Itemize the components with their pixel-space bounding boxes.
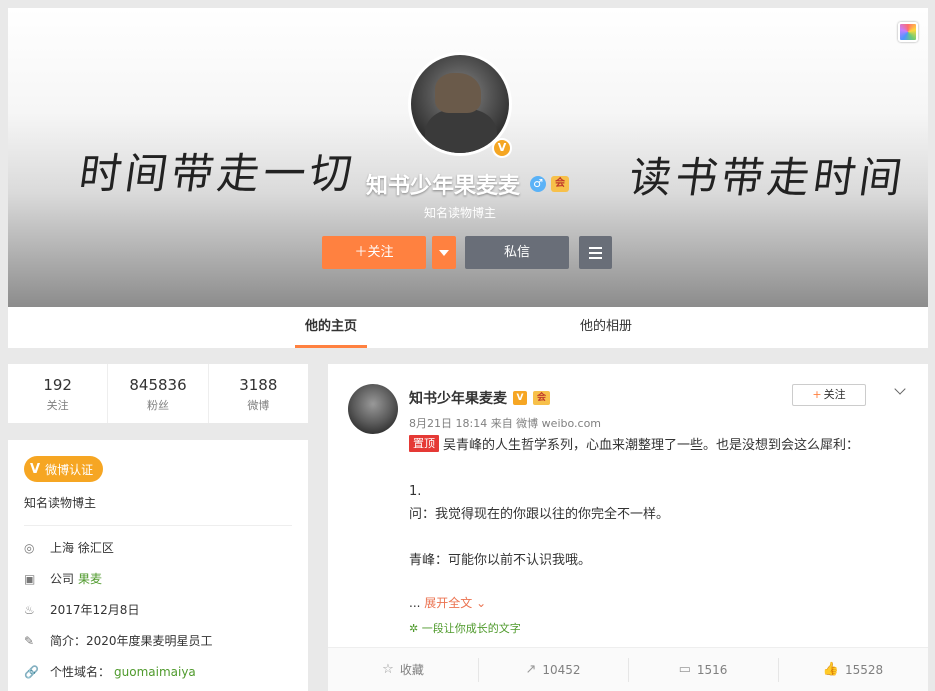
comment-count: 1516 (696, 662, 728, 677)
post-action-bar: ☆ 收藏 ↗ 10452 ▭ 1516 👍 15528 (328, 647, 928, 691)
expand-link[interactable]: 展开全文 (424, 596, 472, 610)
thumbs-up-icon: 👍 (822, 662, 839, 677)
info-domain: 🔗 个性域名： guomaimaiya (24, 656, 292, 687)
company-link[interactable]: 果麦 (78, 570, 102, 587)
follow-dropdown-caret-icon[interactable] (432, 236, 456, 269)
profile-tab-bar: 他的主页 他的相册 (8, 307, 928, 348)
chevron-down-icon: ⌄ (472, 596, 487, 610)
follow-button[interactable]: ＋关注 (322, 236, 426, 269)
profile-headline: 知名读物博主 (423, 206, 496, 220)
post-body: 置顶 吴青峰的人生哲学系列，心血来潮整理了一些。也是没想到会这么犀利： 1. 问：… (409, 434, 899, 572)
plus-icon: + (812, 388, 822, 401)
birthday-text: 2017年12月8日 (50, 603, 140, 617)
repost-count: 10452 (542, 662, 581, 677)
comment-button[interactable]: ▭ 1516 (628, 648, 778, 691)
post-follow-button[interactable]: + 关注 (792, 384, 866, 406)
stat-posts[interactable]: 3188 微博 (209, 364, 308, 423)
cake-icon: ♨ (24, 602, 35, 617)
vip-member-icon[interactable]: 会 (551, 176, 569, 192)
verified-badge-icon: V (492, 138, 512, 158)
banner-right-calligraphy: 读书带走时间 (626, 153, 910, 202)
post-options-chevron-down-icon[interactable] (894, 384, 908, 398)
stat-followers-label: 粉丝 (146, 399, 169, 412)
expand-ellipsis: ... (409, 596, 425, 610)
skin-palette-icon[interactable] (898, 22, 918, 42)
post-verified-icon: V (513, 391, 527, 405)
domain-label: 个性域名： (50, 665, 111, 679)
pinned-tag: 置顶 (409, 435, 439, 452)
post-line (409, 526, 899, 549)
comment-icon: ▭ (678, 662, 691, 677)
domain-link[interactable]: guomaimaiya (114, 665, 196, 679)
location-text: 上海 徐汇区 (50, 541, 114, 555)
post-follow-label: 关注 (823, 388, 846, 401)
tab-home[interactable]: 他的主页 (295, 307, 367, 348)
repost-button[interactable]: ↗ 10452 (478, 648, 628, 691)
follow-stats: 192 关注 845836 粉丝 3188 微博 (8, 364, 308, 423)
banner-left-calligraphy: 时间带走一切 (76, 149, 360, 198)
info-birthday: ♨ 2017年12月8日 (24, 594, 292, 625)
post-author-name[interactable]: 知书少年果麦麦 (409, 388, 507, 408)
company-prefix: 公司 (50, 572, 75, 586)
topic-text: 一段让你成长的文字 (421, 622, 521, 635)
verification-description: 知名读物博主 (24, 494, 292, 526)
post-line (409, 457, 899, 480)
male-gender-icon: ♂ (530, 176, 546, 192)
post-line: 问：我觉得现在的你跟以往的你完全不一样。 (409, 507, 670, 522)
verified-tag-label: 微博认证 (45, 462, 94, 477)
repost-icon: ↗ (525, 662, 537, 677)
profile-info-card: V 微博认证 知名读物博主 ◎ 上海 徐汇区 ▣ 公司 果麦 ♨ 2017年12… (8, 440, 308, 691)
location-pin-icon: ◎ (24, 540, 35, 555)
briefcase-icon: ▣ (24, 571, 36, 586)
info-company: ▣ 公司 果麦 (24, 563, 292, 594)
post-author-avatar[interactable] (348, 384, 398, 434)
like-count: 15528 (845, 662, 884, 677)
stat-followers-value: 845836 (129, 376, 187, 394)
tab-album[interactable]: 他的相册 (570, 307, 642, 348)
verified-v-icon: V (30, 461, 41, 477)
favorite-label: 收藏 (399, 663, 424, 677)
avatar-image (411, 55, 509, 153)
post-line: 1. (409, 484, 422, 499)
post-line: 吴青峰的人生哲学系列，心血来潮整理了一些。也是没想到会这么犀利： (443, 438, 860, 453)
post-meta: 8月21日 18:14 来自 微博 weibo.com (409, 417, 602, 430)
post-line: 青峰：可能你以前不认识我哦。 (409, 553, 592, 568)
more-menu-icon[interactable] (579, 236, 612, 269)
bio-text: 简介：2020年度果麦明星员工 (50, 634, 213, 648)
weibo-post-card: 知书少年果麦麦 V 会 8月21日 18:14 来自 微博 weibo.com … (328, 364, 928, 691)
message-button[interactable]: 私信 (465, 236, 569, 269)
pencil-icon: ✎ (24, 633, 35, 648)
stat-following-value: 192 (43, 376, 72, 394)
favorite-button[interactable]: ☆ 收藏 (328, 648, 478, 691)
link-icon: 🔗 (24, 664, 39, 679)
post-vip-icon[interactable]: 会 (533, 391, 550, 405)
weibo-verified-tag[interactable]: V 微博认证 (24, 456, 104, 482)
like-button[interactable]: 👍 15528 (778, 648, 928, 691)
stat-following[interactable]: 192 关注 (8, 364, 109, 423)
stat-following-label: 关注 (46, 399, 69, 412)
star-icon: ☆ (382, 662, 394, 677)
info-bio: ✎ 简介：2020年度果麦明星员工 (24, 625, 292, 656)
info-location: ◎ 上海 徐汇区 (24, 532, 292, 563)
profile-nickname: 知书少年果麦麦 (366, 174, 521, 199)
post-topic[interactable]: ✲ 一段让你成长的文字 (409, 620, 521, 636)
topic-flower-icon: ✲ (409, 622, 422, 635)
expand-full-text[interactable]: ... 展开全文 ⌄ (409, 594, 486, 611)
stat-posts-label: 微博 (247, 399, 270, 412)
stat-posts-value: 3188 (239, 376, 278, 394)
stat-followers[interactable]: 845836 粉丝 (108, 364, 209, 423)
